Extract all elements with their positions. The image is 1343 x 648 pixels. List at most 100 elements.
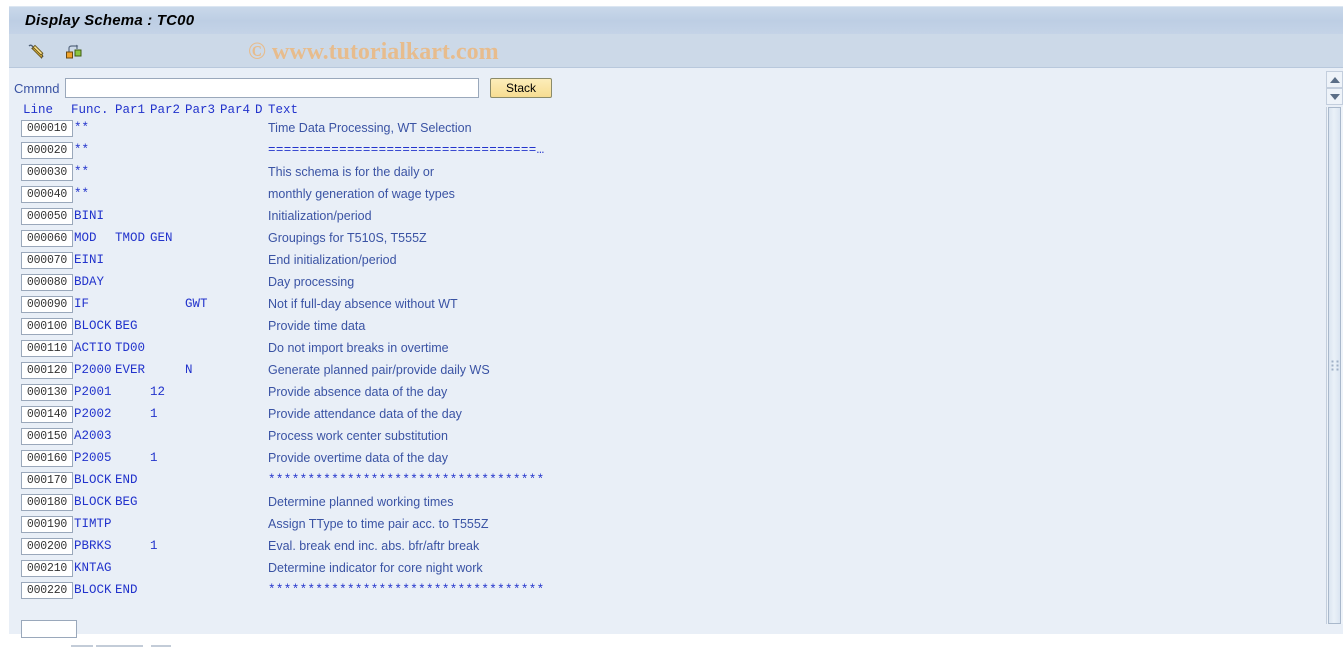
par1-cell[interactable]: END [115,473,138,488]
func-cell[interactable]: A2003 [74,429,112,444]
func-cell[interactable]: ** [74,187,89,202]
text-cell[interactable]: Time Data Processing, WT Selection [268,121,472,136]
line-number-cell[interactable]: 000210 [21,560,73,577]
func-cell[interactable]: PBRKS [74,539,112,554]
command-input[interactable] [65,78,479,98]
func-cell[interactable]: P2005 [74,451,112,466]
scroll-up-button[interactable] [1326,71,1343,88]
line-number-cell[interactable]: 000100 [21,318,73,335]
text-cell[interactable]: Provide time data [268,319,365,334]
text-cell[interactable]: ==================================… [268,143,545,158]
line-number-cell[interactable]: 000070 [21,252,73,269]
table-row[interactable]: 000080 BDAY Day processing [9,273,1309,295]
text-cell[interactable]: *********************************** [268,583,545,598]
vertical-scrollbar[interactable] [1325,69,1343,634]
stack-button[interactable]: Stack [490,78,552,98]
par1-cell[interactable]: TD00 [115,341,145,356]
line-number-cell[interactable]: 000150 [21,428,73,445]
func-cell[interactable]: BLOCK [74,319,112,334]
par1-cell[interactable]: EVER [115,363,145,378]
par2-cell[interactable]: GEN [150,231,173,246]
table-row[interactable]: 000030 ** This schema is for the daily or [9,163,1309,185]
func-cell[interactable]: BLOCK [74,583,112,598]
table-row[interactable]: 000070 EINI End initialization/period [9,251,1309,273]
par3-cell[interactable]: N [185,363,193,378]
line-number-cell[interactable]: 000160 [21,450,73,467]
line-number-cell[interactable]: 000030 [21,164,73,181]
line-number-cell[interactable]: 000180 [21,494,73,511]
func-cell[interactable]: ** [74,121,89,136]
table-row[interactable]: 000060 MOD TMOD GEN Groupings for T510S, T55… [9,229,1309,251]
line-number-cell[interactable]: 000040 [21,186,73,203]
line-number-cell[interactable]: 000060 [21,230,73,247]
table-row[interactable]: 000170 BLOCK END **************************… [9,471,1309,493]
line-number-cell[interactable]: 000080 [21,274,73,291]
table-row[interactable]: 000130 P2001 12 Provide absence data of the… [9,383,1309,405]
table-row[interactable]: 000150 A2003 Process work center substitut… [9,427,1309,449]
func-cell[interactable]: EINI [74,253,104,268]
text-cell[interactable]: monthly generation of wage types [268,187,455,202]
text-cell[interactable]: End initialization/period [268,253,397,268]
table-row[interactable]: 000120 P2000 EVER N Generate planned pair/pr… [9,361,1309,383]
table-row[interactable]: 000020 ** ================================… [9,141,1309,163]
par2-cell[interactable]: 1 [150,539,158,554]
table-row[interactable]: 000040 ** monthly generation of wage types [9,185,1309,207]
par1-cell[interactable]: BEG [115,319,138,334]
scrollbar-track[interactable] [1326,107,1343,624]
text-cell[interactable]: Groupings for T510S, T555Z [268,231,427,246]
text-cell[interactable]: Initialization/period [268,209,372,224]
func-cell[interactable]: BDAY [74,275,104,290]
table-row[interactable]: 000090 IF GWT Not if full-day absence witho… [9,295,1309,317]
func-cell[interactable]: ACTIO [74,341,112,356]
text-cell[interactable]: This schema is for the daily or [268,165,434,180]
text-cell[interactable]: Day processing [268,275,354,290]
func-cell[interactable]: P2000 [74,363,112,378]
table-row[interactable]: 000110 ACTIO TD00 Do not import breaks in o… [9,339,1309,361]
edit-pencil-icon-button[interactable] [23,38,49,64]
line-number-cell[interactable]: 000220 [21,582,73,599]
func-cell[interactable]: BINI [74,209,104,224]
scroll-down-button[interactable] [1326,88,1343,105]
par2-cell[interactable]: 1 [150,451,158,466]
text-cell[interactable]: Generate planned pair/provide daily WS [268,363,490,378]
func-cell[interactable]: MOD [74,231,97,246]
line-number-cell[interactable]: 000200 [21,538,73,555]
par2-cell[interactable]: 12 [150,385,165,400]
text-cell[interactable]: Determine planned working times [268,495,454,510]
table-row[interactable]: 000220 BLOCK END **************************… [9,581,1309,603]
table-row[interactable]: 000200 PBRKS 1 Eval. break end inc. abs. bf… [9,537,1309,559]
line-number-cell[interactable]: 000050 [21,208,73,225]
func-cell[interactable]: ** [74,165,89,180]
table-row[interactable]: 000210 KNTAG Determine indicator for core … [9,559,1309,581]
line-number-cell[interactable]: 000120 [21,362,73,379]
line-number-cell[interactable]: 000010 [21,120,73,137]
table-row[interactable]: 000050 BINI Initialization/period [9,207,1309,229]
table-row[interactable]: 000180 BLOCK BEG Determine planned working … [9,493,1309,515]
line-number-cell[interactable]: 000090 [21,296,73,313]
par1-cell[interactable]: TMOD [115,231,145,246]
func-cell[interactable]: BLOCK [74,495,112,510]
text-cell[interactable]: Assign TType to time pair acc. to T555Z [268,517,488,532]
func-cell[interactable]: ** [74,143,89,158]
func-cell[interactable]: IF [74,297,89,312]
par3-cell[interactable]: GWT [185,297,208,312]
func-cell[interactable]: P2002 [74,407,112,422]
line-number-cell[interactable]: 000170 [21,472,73,489]
table-row[interactable]: 000100 BLOCK BEG Provide time data [9,317,1309,339]
line-number-cell[interactable]: 000140 [21,406,73,423]
table-row[interactable]: 000140 P2002 1 Provide attendance data of t… [9,405,1309,427]
text-cell[interactable]: *********************************** [268,473,545,488]
func-cell[interactable]: TIMTP [74,517,112,532]
bottom-partial-input[interactable] [21,620,77,638]
func-cell[interactable]: KNTAG [74,561,112,576]
line-number-cell[interactable]: 000190 [21,516,73,533]
text-cell[interactable]: Provide overtime data of the day [268,451,448,466]
table-row[interactable]: 000010 ** Time Data Processing, WT Selecti… [9,119,1309,141]
func-cell[interactable]: BLOCK [74,473,112,488]
structure-nodes-icon-button[interactable] [61,38,87,64]
text-cell[interactable]: Process work center substitution [268,429,448,444]
par1-cell[interactable]: BEG [115,495,138,510]
text-cell[interactable]: Do not import breaks in overtime [268,341,449,356]
func-cell[interactable]: P2001 [74,385,112,400]
text-cell[interactable]: Provide absence data of the day [268,385,447,400]
